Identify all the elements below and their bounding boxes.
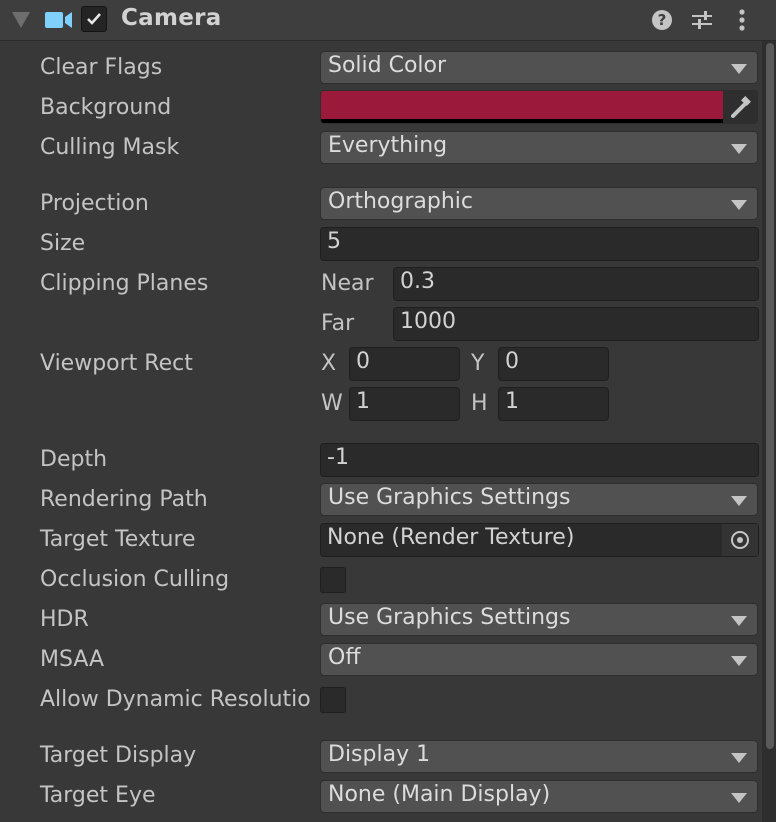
target-display-label: Target Display: [40, 743, 197, 768]
target-display-dropdown[interactable]: Display 1: [320, 740, 758, 773]
far-input[interactable]: 1000: [393, 307, 759, 341]
msaa-label: MSAA: [40, 647, 105, 672]
occlusion-culling-label: Occlusion Culling: [40, 567, 230, 592]
component-title: Camera: [121, 5, 222, 31]
help-icon[interactable]: ?: [650, 8, 674, 32]
foldout-arrow-icon[interactable]: [12, 12, 30, 28]
depth-input[interactable]: -1: [320, 443, 759, 477]
occlusion-culling-checkbox[interactable]: [320, 567, 346, 593]
kebab-menu-icon[interactable]: [730, 8, 754, 32]
hdr-value: Use Graphics Settings: [328, 605, 571, 630]
depth-value: -1: [327, 445, 349, 470]
far-value: 1000: [400, 309, 456, 334]
target-eye-value: None (Main Display): [328, 782, 551, 807]
dropdown-arrow-icon: [731, 64, 747, 74]
camera-icon: [45, 12, 72, 28]
depth-label: Depth: [40, 447, 108, 472]
hdr-dropdown[interactable]: Use Graphics Settings: [320, 603, 758, 636]
size-value: 5: [327, 229, 341, 254]
dropdown-arrow-icon: [731, 144, 747, 154]
y-label: Y: [471, 351, 485, 376]
dropdown-arrow-icon: [731, 616, 747, 626]
viewport-h-input[interactable]: 1: [498, 387, 609, 421]
target-texture-value: None (Render Texture): [327, 525, 575, 550]
rendering-path-value: Use Graphics Settings: [328, 485, 571, 510]
near-label: Near: [321, 271, 374, 296]
clear-flags-value: Solid Color: [328, 53, 447, 78]
projection-dropdown[interactable]: Orthographic: [320, 187, 758, 220]
projection-label: Projection: [40, 191, 149, 216]
clear-flags-label: Clear Flags: [40, 55, 163, 80]
w-label: W: [321, 391, 343, 416]
size-label: Size: [40, 231, 86, 256]
vertical-scrollbar[interactable]: [762, 41, 776, 822]
allow-dynamic-resolution-label: Allow Dynamic Resolutio: [40, 687, 311, 712]
component-header[interactable]: Camera ?: [0, 0, 776, 41]
h-label: H: [471, 391, 488, 416]
scrollbar-thumb[interactable]: [766, 43, 774, 749]
viewport-y-input[interactable]: 0: [498, 347, 609, 381]
checkmark-icon: [87, 13, 101, 25]
allow-dynamic-resolution-checkbox[interactable]: [320, 687, 346, 713]
eyedropper-button[interactable]: [723, 91, 757, 123]
near-input[interactable]: 0.3: [393, 267, 759, 301]
dropdown-arrow-icon: [731, 200, 747, 210]
target-texture-field[interactable]: None (Render Texture): [320, 523, 759, 557]
dropdown-arrow-icon: [731, 793, 747, 803]
rendering-path-label: Rendering Path: [40, 487, 208, 512]
hdr-label: HDR: [40, 607, 89, 632]
culling-mask-label: Culling Mask: [40, 135, 180, 160]
component-enabled-checkbox[interactable]: [81, 6, 107, 32]
viewport-y-value: 0: [505, 349, 519, 374]
target-display-value: Display 1: [328, 742, 431, 767]
projection-value: Orthographic: [328, 189, 473, 214]
culling-mask-dropdown[interactable]: Everything: [320, 131, 758, 164]
presets-sliders-icon[interactable]: [690, 8, 714, 32]
viewport-h-value: 1: [505, 389, 519, 414]
clear-flags-dropdown[interactable]: Solid Color: [320, 51, 758, 84]
viewport-w-input[interactable]: 1: [349, 387, 460, 421]
color-swatch[interactable]: [321, 91, 723, 119]
viewport-x-value: 0: [356, 349, 370, 374]
background-label: Background: [40, 95, 172, 120]
target-eye-label: Target Eye: [40, 783, 156, 808]
near-value: 0.3: [400, 269, 435, 294]
background-color-field[interactable]: [320, 90, 758, 124]
viewport-w-value: 1: [356, 389, 370, 414]
size-input[interactable]: 5: [320, 227, 759, 261]
far-label: Far: [321, 311, 355, 336]
dropdown-arrow-icon: [731, 753, 747, 763]
dropdown-arrow-icon: [731, 656, 747, 666]
clipping-planes-label: Clipping Planes: [40, 271, 209, 296]
target-texture-label: Target Texture: [40, 527, 196, 552]
x-label: X: [321, 351, 337, 376]
target-eye-dropdown[interactable]: None (Main Display): [320, 780, 758, 813]
dropdown-arrow-icon: [731, 496, 747, 506]
eyedropper-icon: [731, 96, 751, 118]
rendering-path-dropdown[interactable]: Use Graphics Settings: [320, 483, 758, 516]
viewport-rect-label: Viewport Rect: [40, 351, 193, 376]
object-picker-icon: [731, 531, 749, 549]
svg-text:?: ?: [658, 11, 667, 29]
culling-mask-value: Everything: [328, 133, 448, 158]
msaa-dropdown[interactable]: Off: [320, 643, 758, 676]
alpha-bar: [321, 119, 723, 123]
viewport-x-input[interactable]: 0: [349, 347, 460, 381]
msaa-value: Off: [328, 645, 361, 670]
object-picker-button[interactable]: [722, 524, 758, 556]
